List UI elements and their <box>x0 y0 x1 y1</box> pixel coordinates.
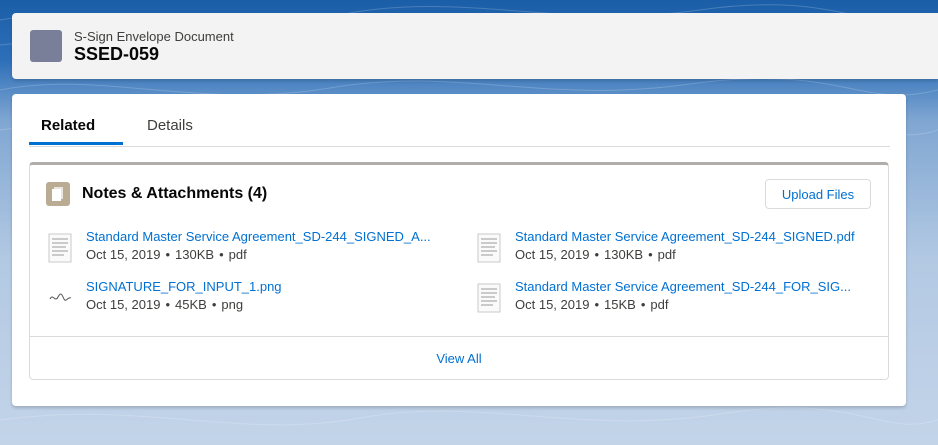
notes-attachments-title: Notes & Attachments (4) <box>82 185 268 202</box>
file-meta: Oct 15, 2019 • 45KB • png <box>86 297 244 312</box>
panel-footer: View All <box>30 336 888 380</box>
file-type: png <box>221 297 244 312</box>
file-meta: Oct 15, 2019 • 130KB • pdf <box>86 247 247 262</box>
file-size: 130KB <box>604 247 644 262</box>
file-type: pdf <box>650 297 669 312</box>
file-item: Standard Master Service Agreement_SD-244… <box>48 229 458 269</box>
file-link[interactable]: SIGNATURE_FOR_INPUT_1.png <box>86 279 446 294</box>
signature-image-thumbnail-icon <box>48 283 72 313</box>
file-link[interactable]: Standard Master Service Agreement_SD-244… <box>515 229 875 244</box>
upload-files-button[interactable]: Upload Files <box>765 179 871 209</box>
file-link[interactable]: Standard Master Service Agreement_SD-244… <box>86 229 446 244</box>
record-title: SSED-059 <box>74 44 160 64</box>
pdf-document-thumbnail-icon <box>477 283 501 313</box>
envelope-document-icon <box>30 30 62 62</box>
object-type-label: S-Sign Envelope Document <box>74 29 234 44</box>
file-size: 130KB <box>175 247 215 262</box>
file-item: Standard Master Service Agreement_SD-244… <box>477 229 887 269</box>
file-item: Standard Master Service Agreement_SD-244… <box>477 279 887 319</box>
notes-attachments-panel: Notes & Attachments (4) Upload Files Sta… <box>29 162 889 380</box>
attachment-icon <box>46 182 70 206</box>
tab-bar: Related Details <box>29 94 890 147</box>
file-meta: Oct 15, 2019 • 130KB • pdf <box>515 247 676 262</box>
file-size: 15KB <box>604 297 636 312</box>
view-all-link[interactable]: View All <box>30 351 888 366</box>
tab-details[interactable]: Details <box>147 117 193 134</box>
related-card: Related Details Notes & Attachments (4) … <box>12 94 906 406</box>
active-tab-indicator <box>29 142 123 145</box>
record-header: S-Sign Envelope Document SSED-059 <box>12 13 938 79</box>
tab-related[interactable]: Related <box>41 117 95 134</box>
file-date: Oct 15, 2019 <box>515 247 590 262</box>
file-date: Oct 15, 2019 <box>86 247 161 262</box>
file-date: Oct 15, 2019 <box>515 297 590 312</box>
file-type: pdf <box>228 247 247 262</box>
pdf-document-thumbnail-icon <box>477 233 501 263</box>
file-size: 45KB <box>175 297 207 312</box>
file-type: pdf <box>657 247 676 262</box>
pdf-document-thumbnail-icon <box>48 233 72 263</box>
file-item: SIGNATURE_FOR_INPUT_1.png Oct 15, 2019 • 4… <box>48 279 458 319</box>
file-link[interactable]: Standard Master Service Agreement_SD-244… <box>515 279 875 294</box>
file-date: Oct 15, 2019 <box>86 297 161 312</box>
file-meta: Oct 15, 2019 • 15KB • pdf <box>515 297 669 312</box>
